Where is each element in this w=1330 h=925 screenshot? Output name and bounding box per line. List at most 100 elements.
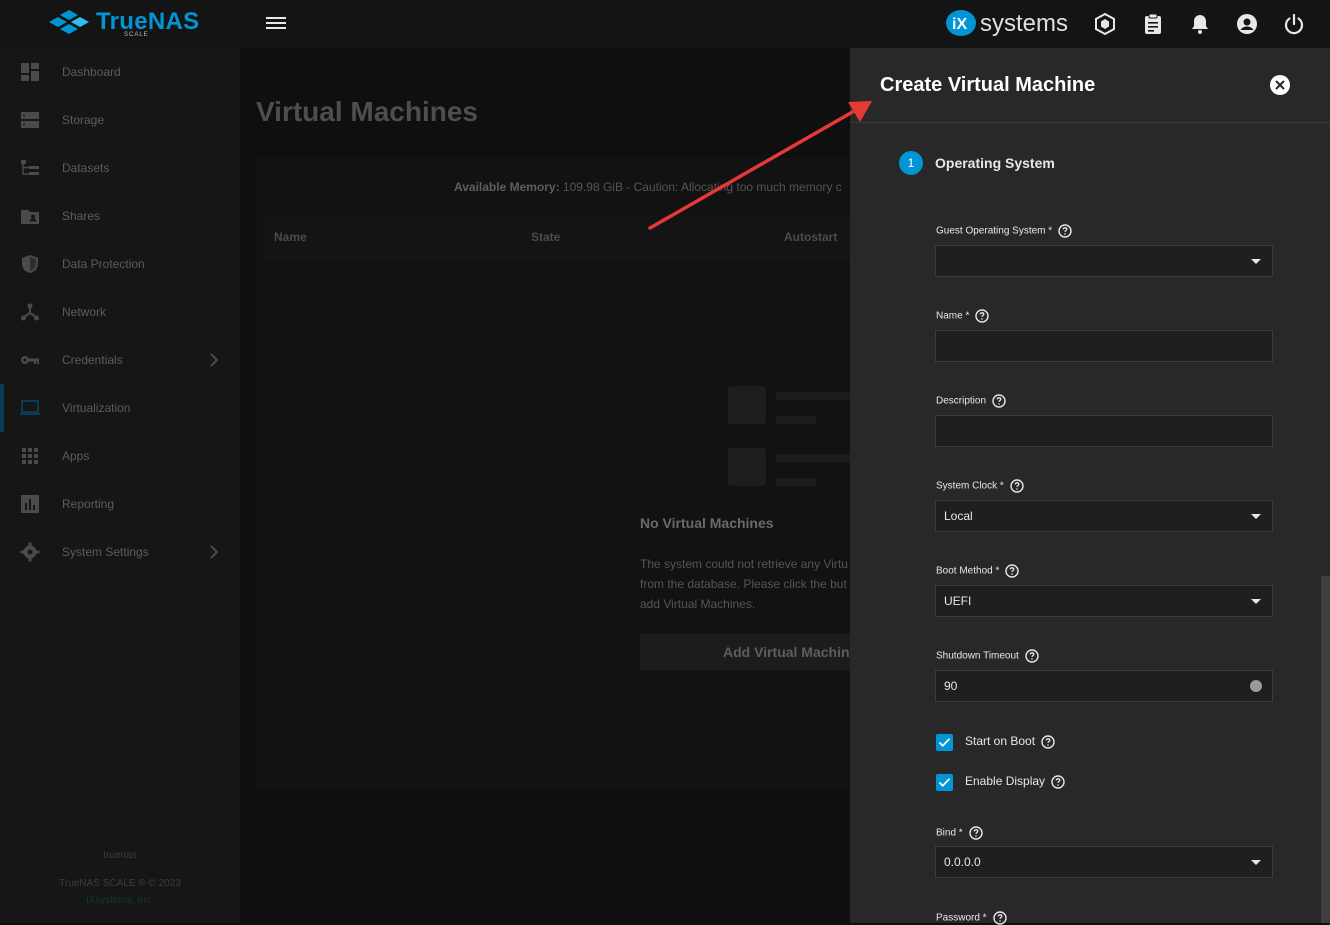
available-memory-text: 109.98 GiB - Caution: Allocating too muc… xyxy=(559,180,842,194)
sidebar-item-network[interactable]: Network xyxy=(0,288,240,336)
dashboard-icon xyxy=(21,63,39,81)
column-autostart[interactable]: Autostart xyxy=(784,230,837,244)
help-icon[interactable] xyxy=(968,826,983,840)
footer-copyright: TrueNAS SCALE ® © 2023 xyxy=(59,878,181,889)
footer-vendor-link[interactable]: iXsystems, Inc. xyxy=(0,895,240,906)
help-icon[interactable] xyxy=(975,309,990,323)
help-icon[interactable] xyxy=(1010,479,1024,493)
placeholder-line xyxy=(776,454,856,462)
column-name[interactable]: Name xyxy=(274,230,307,244)
bell-icon[interactable] xyxy=(1188,12,1212,36)
truenas-logo[interactable]: TrueNAS SCALE xyxy=(48,8,208,40)
divider xyxy=(850,122,1330,123)
help-icon[interactable] xyxy=(1041,735,1055,749)
sidebar-item-credentials[interactable]: Credentials xyxy=(0,336,240,384)
page-title: Virtual Machines xyxy=(256,96,479,127)
shutdown-timeout-label-text: Shutdown Timeout xyxy=(936,650,1019,662)
name-label-text: Name * xyxy=(936,310,970,322)
help-icon[interactable] xyxy=(1025,649,1039,663)
enable-display-label-text: Enable Display xyxy=(965,774,1046,788)
sidebar-item-dashboard[interactable]: Dashboard xyxy=(0,48,240,96)
help-icon[interactable] xyxy=(1005,564,1020,578)
boot-method-label-text: Boot Method * xyxy=(936,565,1000,577)
step-number[interactable]: 1 xyxy=(899,151,923,175)
help-icon[interactable] xyxy=(1051,775,1065,789)
sidebar-item-virtualization[interactable]: Virtualization xyxy=(0,384,240,432)
dropdown-caret-icon xyxy=(1251,514,1261,519)
shutdown-timeout-input[interactable]: 90 xyxy=(935,670,1273,702)
sidebar-item-system-settings[interactable]: System Settings xyxy=(0,528,240,576)
dropdown-caret-icon xyxy=(1251,860,1261,865)
boot-method-value: UEFI xyxy=(944,594,972,608)
sidebar-item-storage[interactable]: Storage xyxy=(0,96,240,144)
clipboard-icon[interactable] xyxy=(1141,12,1165,36)
start-on-boot-label-text: Start on Boot xyxy=(965,734,1036,748)
description-input[interactable] xyxy=(935,415,1273,447)
bind-select[interactable]: 0.0.0.0 xyxy=(935,846,1273,878)
storage-icon xyxy=(21,112,39,128)
chevron-right-icon xyxy=(210,545,219,559)
network-icon xyxy=(21,303,39,321)
shield-icon xyxy=(22,255,38,273)
close-button[interactable] xyxy=(1270,75,1290,95)
account-icon[interactable] xyxy=(1235,12,1259,36)
password-label-text: Password * xyxy=(936,912,987,924)
sidebar-item-label: Shares xyxy=(62,209,101,223)
sidebar-item-data-protection[interactable]: Data Protection xyxy=(0,240,240,288)
placeholder-line xyxy=(776,392,856,400)
sidebar-item-shares[interactable]: Shares xyxy=(0,192,240,240)
laptop-icon xyxy=(20,400,40,415)
power-icon[interactable] xyxy=(1282,12,1306,36)
menu-toggle-button[interactable] xyxy=(264,14,288,34)
enable-display-checkbox[interactable] xyxy=(936,774,953,791)
ixsystems-logo[interactable]: iX systems xyxy=(944,8,1068,40)
column-state[interactable]: State xyxy=(531,230,560,244)
ix-logo-icon: iX xyxy=(946,10,976,36)
name-input[interactable] xyxy=(935,330,1273,362)
footer-hostname: truenas xyxy=(103,850,137,861)
empty-desc-line: from the database. Please click the but xyxy=(640,577,847,591)
sidebar-item-label: Network xyxy=(62,305,107,319)
add-virtual-machine-button[interactable]: Add Virtual Machine xyxy=(640,634,860,670)
dropdown-caret-icon xyxy=(1251,259,1261,264)
dropdown-caret-icon xyxy=(1251,599,1261,604)
bind-value: 0.0.0.0 xyxy=(944,855,981,869)
truenas-logo-icon xyxy=(49,10,89,34)
guest-os-select[interactable] xyxy=(935,245,1273,277)
system-clock-label: System Clock * xyxy=(936,479,1024,493)
sidebar-item-label: Reporting xyxy=(62,497,115,511)
vendor-name: systems xyxy=(980,10,1069,37)
boot-method-select[interactable]: UEFI xyxy=(935,585,1273,617)
sidebar-item-label: Storage xyxy=(62,113,105,127)
sidebar-item-label: System Settings xyxy=(62,545,149,559)
guest-os-label: Guest Operating System * xyxy=(936,224,1072,238)
placeholder-line xyxy=(776,416,816,424)
boot-method-label: Boot Method * xyxy=(936,564,1020,578)
help-icon[interactable] xyxy=(992,394,1006,408)
sidebar-item-datasets[interactable]: Datasets xyxy=(0,144,240,192)
checkmark-icon xyxy=(938,738,951,747)
name-label: Name * xyxy=(936,309,990,323)
start-on-boot-label[interactable]: Start on Boot xyxy=(965,734,1055,749)
checkmark-icon xyxy=(938,778,951,787)
chevron-right-icon xyxy=(210,353,219,367)
step-label[interactable]: Operating System xyxy=(935,155,1055,171)
shares-icon xyxy=(21,210,39,224)
enable-display-label[interactable]: Enable Display xyxy=(965,774,1065,789)
ix-logo-prefix: iX xyxy=(952,16,967,33)
sidebar-item-reporting[interactable]: Reporting xyxy=(0,480,240,528)
help-icon[interactable] xyxy=(1058,224,1072,238)
truecommand-icon[interactable] xyxy=(1093,12,1117,36)
empty-desc-line: The system could not retrieve any Virtu xyxy=(640,557,848,571)
description-label: Description xyxy=(936,394,1006,408)
guest-os-label-text: Guest Operating System * xyxy=(936,225,1053,237)
panel-scrollbar[interactable] xyxy=(1321,576,1330,923)
sidebar-item-apps[interactable]: Apps xyxy=(0,432,240,480)
close-icon xyxy=(1275,80,1285,90)
start-on-boot-checkbox[interactable] xyxy=(936,734,953,751)
clear-input-icon[interactable] xyxy=(1250,680,1262,692)
gear-icon xyxy=(20,542,40,562)
system-clock-select[interactable]: Local xyxy=(935,500,1273,532)
placeholder-image xyxy=(728,386,766,424)
placeholder-image xyxy=(728,448,766,486)
